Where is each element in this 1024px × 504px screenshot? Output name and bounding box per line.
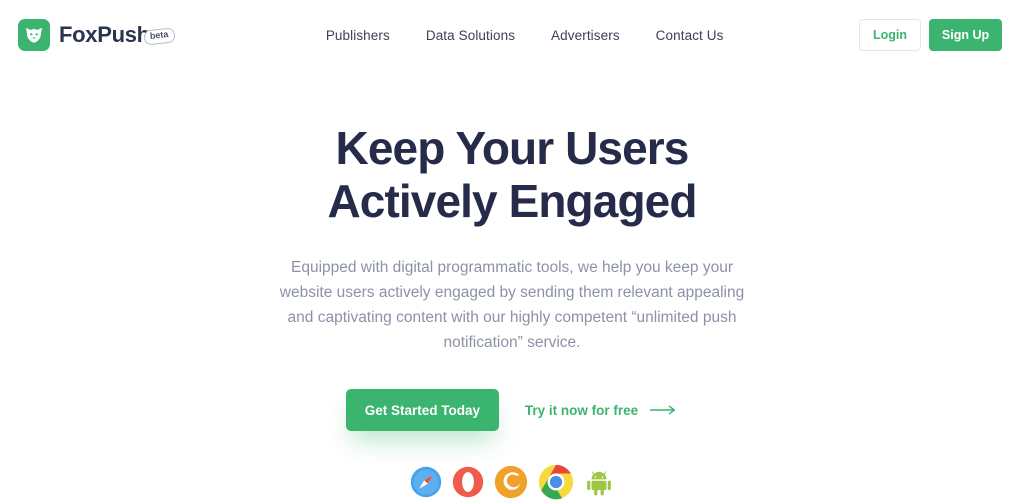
hero-subtitle-line-1: Equipped with digital programmatic tools… <box>291 258 733 276</box>
signup-button[interactable]: Sign Up <box>929 19 1002 51</box>
brand-logo[interactable]: FoxPush beta <box>18 19 176 51</box>
page-title-line-2: Actively Engaged <box>327 175 697 228</box>
android-icon <box>584 466 614 503</box>
site-header: FoxPush beta Publishers Data Solutions A… <box>0 0 1024 70</box>
chrome-icon <box>538 464 574 504</box>
fox-logo-icon <box>18 19 50 51</box>
beta-badge: beta <box>143 27 176 46</box>
nav-item-data-solutions[interactable]: Data Solutions <box>426 28 515 43</box>
get-started-button[interactable]: Get Started Today <box>345 389 499 432</box>
hero-subtitle-line-3: and captivating content with our highly … <box>287 308 628 326</box>
hero-section: Keep Your Users Actively Engaged Equippe… <box>0 70 1024 504</box>
page-title: Keep Your Users Actively Engaged <box>0 122 1024 229</box>
main-nav: Publishers Data Solutions Advertisers Co… <box>326 28 724 43</box>
arrow-right-icon <box>649 403 678 418</box>
page-title-line-1: Keep Your Users <box>335 122 690 174</box>
nav-item-contact-us[interactable]: Contact Us <box>656 28 724 43</box>
hero-subtitle-line-2: website users actively engaged by sendin… <box>279 283 745 301</box>
brand-name: FoxPush <box>59 22 150 47</box>
try-free-label: Try it now for free <box>524 402 639 418</box>
cta-row: Get Started Today Try it now for free <box>0 389 1024 432</box>
login-button[interactable]: Login <box>859 19 921 51</box>
opera-icon <box>452 466 484 503</box>
nav-item-publishers[interactable]: Publishers <box>326 28 390 43</box>
firefox-icon <box>494 465 528 504</box>
auth-actions: Login Sign Up <box>859 19 1002 51</box>
try-free-link[interactable]: Try it now for free <box>525 403 678 418</box>
supported-browsers <box>0 464 1024 504</box>
nav-item-advertisers[interactable]: Advertisers <box>551 28 620 43</box>
safari-icon <box>410 466 442 503</box>
hero-subtitle: Equipped with digital programmatic tools… <box>277 255 747 355</box>
